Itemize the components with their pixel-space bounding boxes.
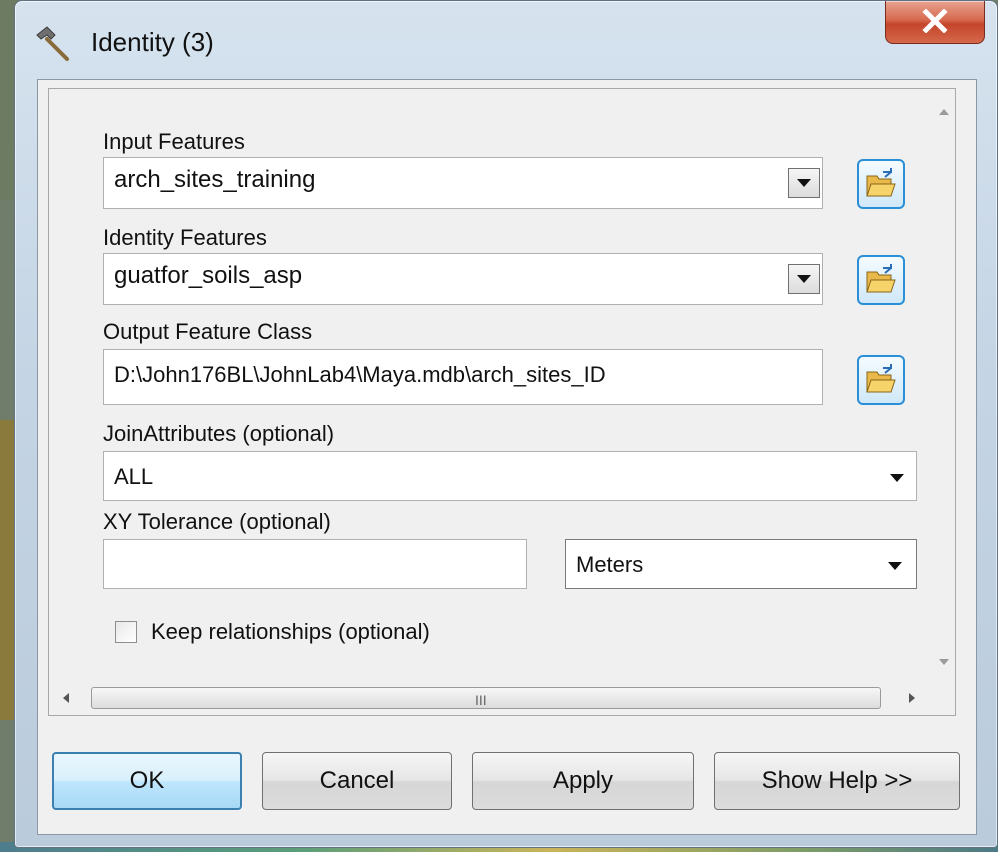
ok-button[interactable]: OK — [52, 752, 242, 810]
open-folder-icon — [866, 168, 896, 197]
close-button[interactable] — [885, 1, 985, 44]
xy-tolerance-unit-value: Meters — [576, 552, 644, 577]
hammer-icon — [36, 26, 69, 61]
show-help-button[interactable]: Show Help >> — [714, 752, 960, 810]
scroll-right-arrow-icon[interactable] — [909, 693, 915, 703]
input-features-combo[interactable]: arch_sites_training — [103, 157, 823, 209]
keep-relationships-label: Keep relationships (optional) — [151, 619, 430, 644]
parameters-panel: Input Features arch_sites_training Ident… — [48, 88, 956, 716]
xy-tolerance-input[interactable] — [103, 539, 527, 589]
cancel-button[interactable]: Cancel — [262, 752, 452, 810]
identity-features-value: guatfor_soils_asp — [114, 262, 303, 289]
scroll-left-arrow-icon[interactable] — [63, 693, 69, 703]
output-feature-class-value: D:\John176BL\JohnLab4\Maya.mdb\arch_site… — [114, 362, 606, 387]
title-bar[interactable]: Identity (3) — [15, 1, 997, 79]
scroll-grip: III — [475, 692, 487, 708]
xy-tolerance-unit-select[interactable]: Meters — [565, 539, 917, 589]
output-feature-class-input[interactable]: D:\John176BL\JohnLab4\Maya.mdb\arch_site… — [103, 349, 823, 405]
keep-relationships-checkbox[interactable] — [115, 621, 137, 643]
identity-features-dropdown-button[interactable] — [788, 264, 820, 294]
horizontal-scrollbar[interactable]: III — [49, 683, 933, 713]
window-title: Identity (3) — [91, 27, 214, 57]
open-folder-icon — [866, 364, 896, 393]
input-features-browse-button[interactable] — [857, 159, 905, 209]
close-x-icon — [922, 9, 948, 33]
join-attributes-value: ALL — [114, 464, 154, 489]
output-feature-class-label: Output Feature Class — [103, 319, 313, 344]
chevron-down-icon — [797, 179, 811, 187]
identity-features-browse-button[interactable] — [857, 255, 905, 305]
input-features-dropdown-button[interactable] — [788, 168, 820, 198]
vertical-scrollbar[interactable] — [933, 89, 955, 713]
join-attributes-label: JoinAttributes (optional) — [103, 421, 335, 446]
output-feature-class-browse-button[interactable] — [857, 355, 905, 405]
chevron-down-icon — [797, 275, 811, 283]
identity-features-label: Identity Features — [103, 225, 267, 250]
identity-dialog: Identity (3) Input Features arch_sites_t… — [14, 0, 998, 848]
identity-features-combo[interactable]: guatfor_soils_asp — [103, 253, 823, 305]
apply-button[interactable]: Apply — [472, 752, 694, 810]
open-folder-icon — [866, 264, 896, 293]
chevron-down-icon — [888, 562, 902, 570]
scroll-up-arrow-icon[interactable] — [939, 109, 949, 115]
xy-tolerance-label: XY Tolerance (optional) — [103, 509, 331, 534]
chevron-down-icon — [890, 474, 904, 482]
horizontal-scroll-thumb[interactable]: III — [91, 687, 881, 709]
scroll-down-arrow-icon[interactable] — [939, 659, 949, 665]
input-features-value: arch_sites_training — [114, 166, 316, 193]
input-features-label: Input Features — [103, 129, 245, 154]
join-attributes-select[interactable]: ALL — [103, 451, 917, 501]
client-area: Input Features arch_sites_training Ident… — [37, 79, 977, 835]
